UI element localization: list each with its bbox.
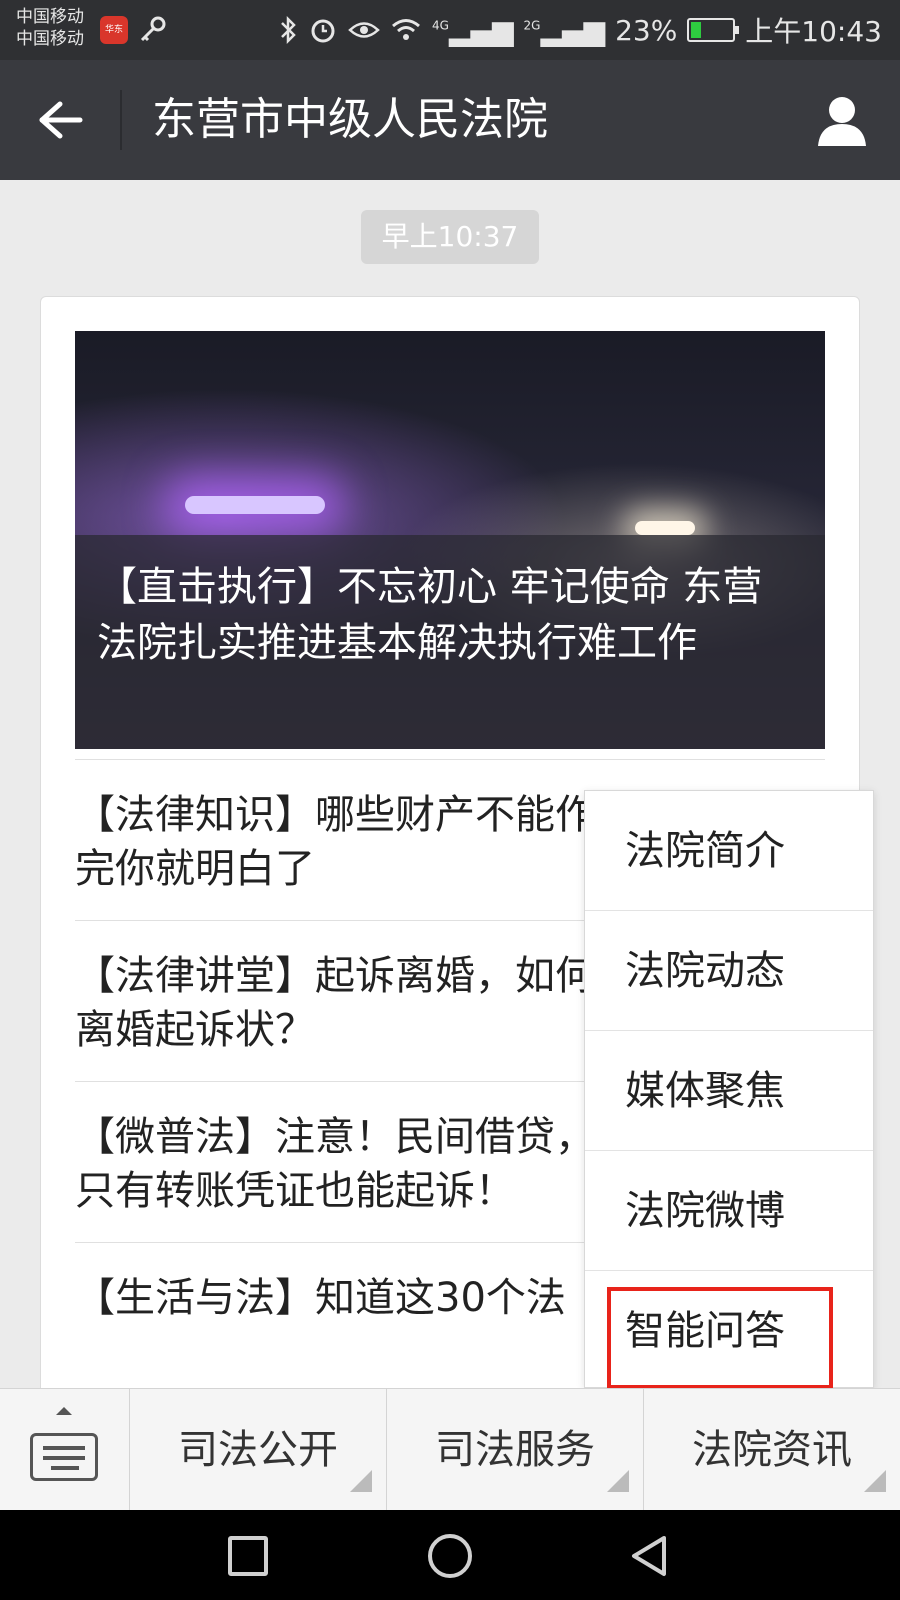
signal-1-icon: 4G▂▄▆	[431, 13, 514, 47]
cover-image[interactable]: 【直击执行】不忘初心 牢记使命 东营法院扎实推进基本解决执行难工作	[75, 331, 825, 749]
key-icon	[140, 16, 166, 42]
header-divider	[120, 90, 122, 150]
carrier-2: 中国移动	[16, 29, 84, 49]
home-icon[interactable]	[428, 1534, 472, 1578]
back-triangle-icon[interactable]	[628, 1534, 672, 1578]
network-type-1: 4G	[431, 18, 449, 33]
menu-item-court-news[interactable]: 法院动态	[585, 911, 873, 1031]
message-timestamp: 早上10:37	[361, 210, 539, 264]
page-title: 东营市中级人民法院	[152, 94, 548, 145]
submenu-popup: 法院简介 法院动态 媒体聚焦 法院微博 智能问答	[584, 790, 874, 1391]
system-nav-bar	[0, 1510, 900, 1600]
status-bar: 中国移动 中国移动 华东 4G▂▄▆ 2G▂▄▆ 23% 上午10:43	[0, 0, 900, 60]
tab-label: 司法公开	[178, 1427, 338, 1473]
status-icons: 4G▂▄▆ 2G▂▄▆ 23% 上午10:43	[278, 10, 882, 50]
menu-item-smart-qa[interactable]: 智能问答	[585, 1271, 873, 1391]
battery-icon	[687, 18, 740, 42]
menu-item-court-weibo[interactable]: 法院微博	[585, 1151, 873, 1271]
cover-article-title: 【直击执行】不忘初心 牢记使命 东营法院扎实推进基本解决执行难工作	[97, 564, 763, 666]
battery-fill	[691, 22, 702, 38]
keyboard-toggle-button[interactable]	[0, 1389, 130, 1510]
headlight-decoration	[635, 521, 695, 535]
submenu-corner-icon	[864, 1470, 886, 1492]
tab-court-info[interactable]: 法院资讯	[644, 1389, 900, 1510]
person-icon[interactable]	[814, 92, 870, 148]
network-type-2: 2G	[523, 18, 541, 33]
clock: 上午10:43	[745, 15, 882, 48]
recent-apps-icon[interactable]	[228, 1536, 268, 1576]
keyboard-icon	[30, 1433, 98, 1481]
carrier-labels: 中国移动 中国移动	[16, 6, 84, 50]
alarm-icon	[311, 19, 335, 43]
back-arrow-icon[interactable]	[36, 98, 84, 142]
app-header: 东营市中级人民法院	[0, 60, 900, 180]
wifi-icon	[392, 19, 420, 40]
eye-icon	[348, 22, 380, 38]
submenu-corner-icon	[350, 1470, 372, 1492]
bluetooth-icon	[281, 15, 296, 45]
submenu-corner-icon	[607, 1470, 629, 1492]
caret-up-icon	[56, 1407, 72, 1415]
menu-item-court-intro[interactable]: 法院简介	[585, 791, 873, 911]
menu-item-media-focus[interactable]: 媒体聚焦	[585, 1031, 873, 1151]
carrier-1: 中国移动	[16, 7, 84, 27]
signal-2-icon: 2G▂▄▆	[523, 13, 606, 47]
police-light-decoration	[185, 496, 325, 514]
app-notification-icon: 华东	[100, 16, 128, 44]
tab-judicial-services[interactable]: 司法服务	[387, 1389, 644, 1510]
tab-label: 法院资讯	[692, 1427, 852, 1473]
tab-judicial-disclosure[interactable]: 司法公开	[130, 1389, 387, 1510]
battery-percent: 23%	[615, 13, 678, 47]
tab-label: 司法服务	[435, 1427, 595, 1473]
bottom-menu-bar: 司法公开 司法服务 法院资讯	[0, 1388, 900, 1510]
